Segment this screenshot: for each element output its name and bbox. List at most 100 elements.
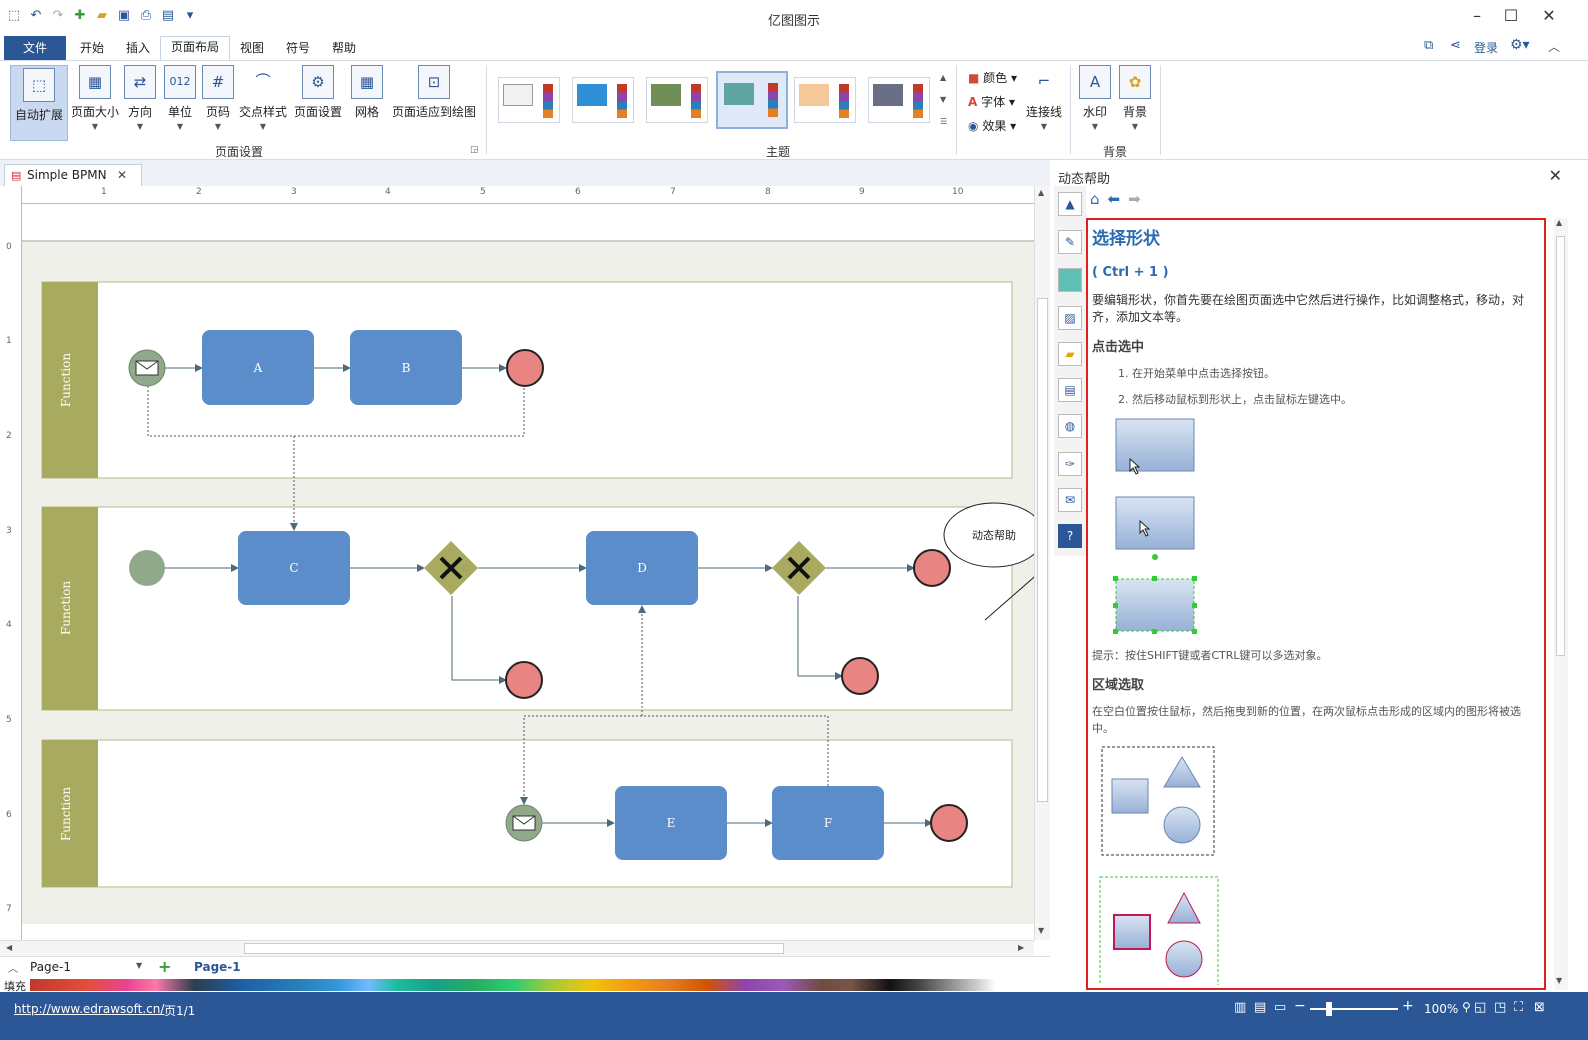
connector-button[interactable]: ⌐ 连接线 ▼ <box>1024 65 1064 131</box>
minimize-button[interactable]: – <box>1462 6 1492 25</box>
fit-to-drawing-button[interactable]: ⊡ 页面适应到绘图 <box>390 65 478 120</box>
horizontal-scrollbar[interactable]: ◀ ▶ <box>0 940 1034 956</box>
scroll-down-icon[interactable]: ▼ <box>1038 926 1044 935</box>
share-screen-icon[interactable]: ⧉ <box>1424 38 1433 53</box>
fit-page-icon[interactable]: ◱ <box>1474 1000 1486 1015</box>
help-scroll-up-icon[interactable]: ▲ <box>1556 218 1562 227</box>
end-event-1[interactable] <box>506 349 544 387</box>
task-e[interactable]: E <box>615 786 727 860</box>
fit-width-icon[interactable]: ◳ <box>1494 1000 1506 1015</box>
fill-tool-icon[interactable]: ▲ <box>1058 192 1082 216</box>
line-tool-icon[interactable]: ✎ <box>1058 230 1082 254</box>
menu-home[interactable]: 开始 <box>70 38 114 60</box>
theme-more-icon[interactable]: ☰ <box>940 117 947 126</box>
home-icon[interactable]: ⌂ <box>1090 190 1100 208</box>
end-event-3[interactable] <box>505 661 543 699</box>
theme-4-selected[interactable] <box>716 71 788 129</box>
page-size-button[interactable]: ▦ 页面大小 ▼ <box>70 65 120 131</box>
help-tool-icon[interactable]: ? <box>1058 524 1082 548</box>
jump-style-button[interactable]: ⌒ 交点样式 ▼ <box>238 65 288 131</box>
horizontal-scroll-thumb[interactable] <box>244 943 784 954</box>
help-scroll-thumb[interactable] <box>1556 236 1565 656</box>
view-outline-icon[interactable]: ▤ <box>1254 1000 1266 1015</box>
auto-expand-button[interactable]: ⬚ 自动扩展 <box>10 65 68 141</box>
attachment-tool-icon[interactable]: ✑ <box>1058 452 1082 476</box>
background-button[interactable]: ✿ 背景 ▼ <box>1118 65 1152 131</box>
start-event-2[interactable] <box>129 550 165 586</box>
page-selector[interactable]: Page-1 <box>30 960 71 974</box>
menu-help[interactable]: 帮助 <box>322 38 366 60</box>
close-button[interactable]: ✕ <box>1534 6 1564 25</box>
message-start-event-1[interactable] <box>128 349 166 387</box>
theme-2[interactable] <box>572 77 634 123</box>
menu-view[interactable]: 视图 <box>230 38 274 60</box>
palette-swatches[interactable] <box>30 979 996 991</box>
menu-file[interactable]: 文件 <box>4 36 66 60</box>
theme-6[interactable] <box>868 77 930 123</box>
vertical-scrollbar[interactable]: ▲ ▼ <box>1034 186 1050 940</box>
image-tool-icon[interactable]: ▨ <box>1058 306 1082 330</box>
document-tab[interactable]: ▤ Simple BPMN ✕ <box>4 164 142 186</box>
comment-tool-icon[interactable]: ✉ <box>1058 488 1082 512</box>
zoom-out-icon[interactable]: − <box>1294 998 1306 1014</box>
end-event-4[interactable] <box>841 657 879 695</box>
page-tab[interactable]: Page-1 <box>194 960 241 974</box>
add-page-icon[interactable]: + <box>158 957 171 976</box>
help-scroll-down-icon[interactable]: ▼ <box>1556 976 1562 985</box>
grid-button[interactable]: ▦ 网格 <box>350 65 384 120</box>
maximize-button[interactable]: ☐ <box>1496 6 1526 25</box>
pages-collapse-icon[interactable]: ︿ <box>8 960 18 975</box>
theme-5[interactable] <box>794 77 856 123</box>
shadow-tool-icon[interactable] <box>1058 268 1082 292</box>
fit-all-icon[interactable]: ⊠ <box>1534 1000 1545 1015</box>
help-panel-close-icon[interactable]: ✕ <box>1549 166 1562 185</box>
zoom-slider-handle[interactable] <box>1326 1002 1332 1016</box>
zoom-dropdown-icon[interactable]: ⚲ <box>1462 1000 1471 1014</box>
page-setup-button[interactable]: ⚙ 页面设置 <box>292 65 344 120</box>
close-tab-icon[interactable]: ✕ <box>117 165 127 185</box>
unit-button[interactable]: 012 单位 ▼ <box>162 65 198 131</box>
zoom-level[interactable]: 100% <box>1424 1002 1458 1016</box>
task-f[interactable]: F <box>772 786 884 860</box>
scroll-up-icon[interactable]: ▲ <box>1038 188 1044 197</box>
theme-scroll-up-icon[interactable]: ▲ <box>940 73 946 82</box>
task-d[interactable]: D <box>586 531 698 605</box>
help-scrollbar[interactable]: ▲ ▼ <box>1554 218 1568 990</box>
website-link[interactable]: http://www.edrawsoft.cn/ <box>14 1002 164 1016</box>
watermark-button[interactable]: A 水印 ▼ <box>1078 65 1112 131</box>
menu-insert[interactable]: 插入 <box>116 38 160 60</box>
message-start-event-3[interactable] <box>505 804 543 842</box>
page-tool-icon[interactable]: ▤ <box>1058 378 1082 402</box>
back-arrow-icon[interactable]: ⬅ <box>1108 190 1121 208</box>
end-event-5[interactable] <box>930 804 968 842</box>
color-option[interactable]: ■ 颜色 ▾ <box>968 69 1017 86</box>
theme-scroll-down-icon[interactable]: ▼ <box>940 95 946 104</box>
zoom-in-icon[interactable]: + <box>1402 998 1414 1014</box>
theme-1[interactable] <box>498 77 560 123</box>
task-c[interactable]: C <box>238 531 350 605</box>
login-link[interactable]: 登录 <box>1474 39 1498 56</box>
full-screen-icon[interactable]: ⛶ <box>1514 1000 1523 1015</box>
page-setup-launcher-icon[interactable]: ◲ <box>470 145 479 155</box>
view-normal-icon[interactable]: ▥ <box>1234 1000 1246 1015</box>
page-number-button[interactable]: # 页码 ▼ <box>202 65 234 131</box>
layer-tool-icon[interactable]: ▰ <box>1058 342 1082 366</box>
view-presentation-icon[interactable]: ▭ <box>1274 1000 1286 1015</box>
collapse-ribbon-icon[interactable]: ︿ <box>1548 38 1560 55</box>
page-selector-dropdown-icon[interactable]: ▼ <box>136 961 142 970</box>
menu-symbols[interactable]: 符号 <box>276 38 320 60</box>
vertical-scroll-thumb[interactable] <box>1037 298 1048 802</box>
drawing-canvas[interactable]: Function Function Function A B C D E F 动… <box>22 204 1034 924</box>
scroll-left-icon[interactable]: ◀ <box>6 943 12 952</box>
dynamic-help-callout[interactable]: 动态帮助 <box>943 502 1034 568</box>
menu-page-layout[interactable]: 页面布局 <box>160 36 231 60</box>
scroll-right-icon[interactable]: ▶ <box>1018 943 1024 952</box>
zoom-slider-track[interactable] <box>1310 1008 1398 1010</box>
orientation-button[interactable]: ⇄ 方向 ▼ <box>122 65 158 131</box>
theme-3[interactable] <box>646 77 708 123</box>
settings-gear-icon[interactable]: ⚙▾ <box>1510 37 1530 53</box>
end-event-2[interactable] <box>913 549 951 587</box>
hyperlink-tool-icon[interactable]: ◍ <box>1058 414 1082 438</box>
font-option[interactable]: A 字体 ▾ <box>968 93 1015 110</box>
task-b[interactable]: B <box>350 330 462 405</box>
